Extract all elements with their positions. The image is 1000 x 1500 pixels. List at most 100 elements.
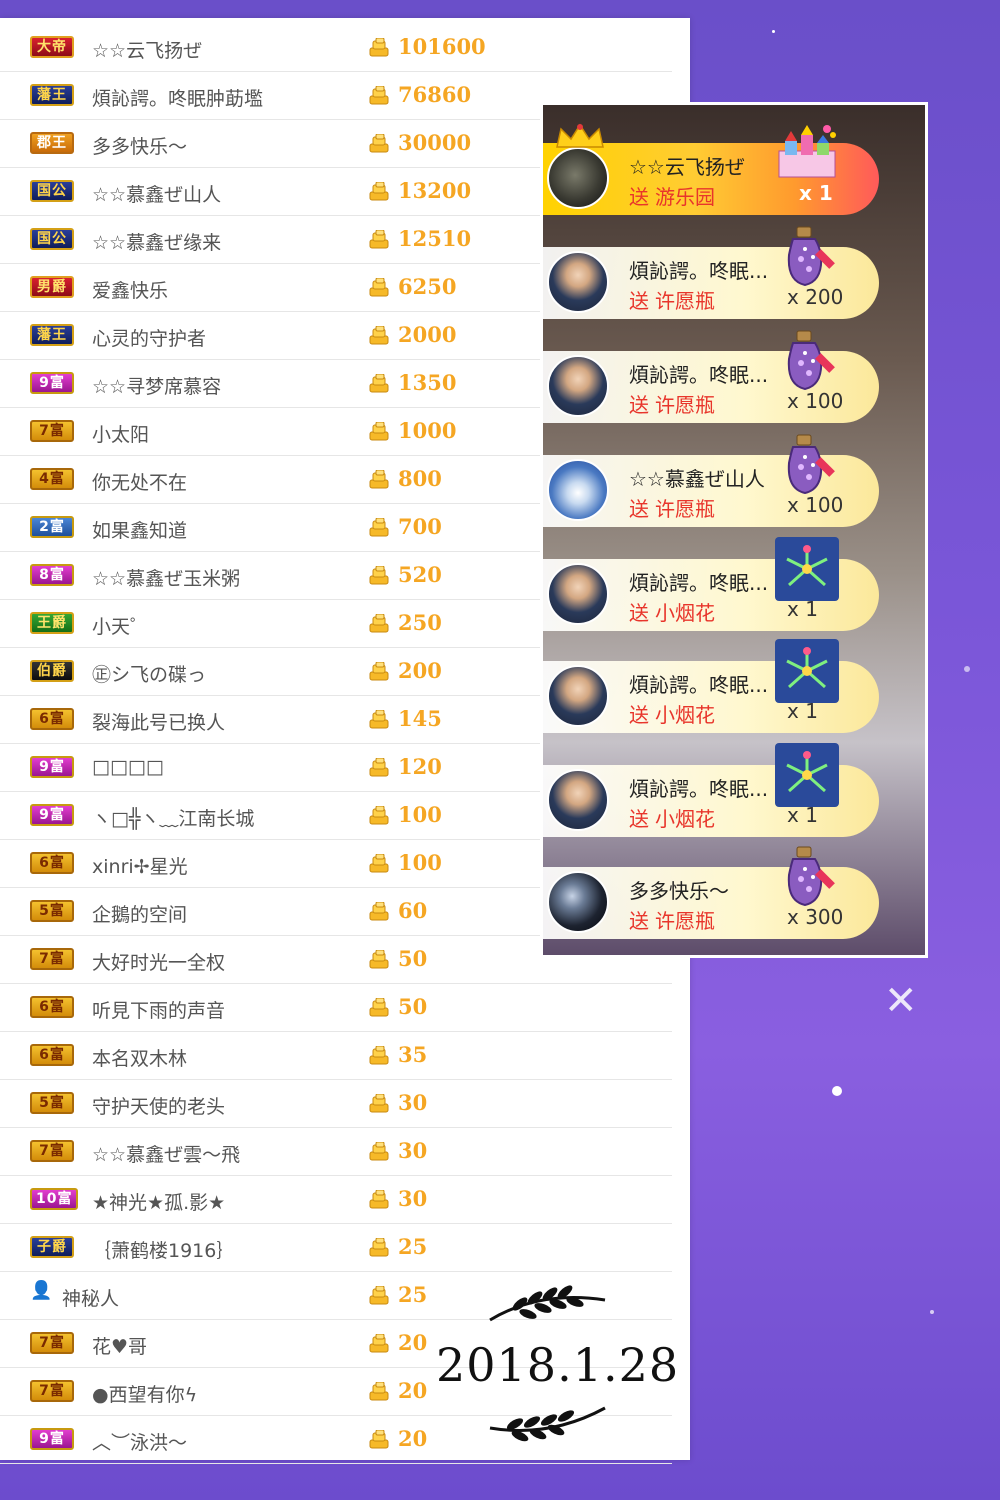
gold-coin-icon bbox=[368, 1189, 390, 1210]
gift-feed-panel: ☆☆云飞扬ぜ送游乐园 x 1 煩訫諤。咚眠... 送许愿瓶 x 200 煩訫諤。咚眠...… bbox=[540, 102, 928, 958]
contribution-score: 25 bbox=[398, 1234, 428, 1259]
gold-coin-icon bbox=[368, 997, 390, 1018]
gold-coin-icon bbox=[368, 949, 390, 970]
gift-notification: 多多快乐～送许愿瓶 x 300 bbox=[543, 846, 879, 939]
user-name[interactable]: 本名双木林 bbox=[92, 1044, 187, 1071]
user-name[interactable]: ●西望有你ϟ bbox=[92, 1380, 197, 1407]
user-name[interactable]: ★神光★孤.影★ bbox=[92, 1188, 225, 1215]
sparkle-dot bbox=[964, 666, 970, 672]
user-name[interactable]: 花♥哥 bbox=[92, 1332, 147, 1359]
gold-coin-icon bbox=[368, 325, 390, 346]
sparkle-icon: ✕ bbox=[884, 978, 918, 1024]
gold-coin-icon bbox=[368, 1333, 390, 1354]
user-name[interactable]: 小天゜ bbox=[92, 612, 149, 639]
contribution-score: 35 bbox=[398, 1042, 428, 1067]
user-name[interactable]: □□□□ bbox=[92, 756, 164, 778]
date-text: 2018.1.28 bbox=[436, 1338, 680, 1392]
wish-bottle-icon bbox=[775, 329, 839, 393]
gift-name: 许愿瓶 bbox=[655, 289, 715, 313]
gift-description: 送游乐园 bbox=[629, 181, 715, 210]
contribution-score: 76860 bbox=[398, 82, 472, 107]
avatar[interactable] bbox=[547, 769, 609, 831]
user-name[interactable]: ☆☆云飞扬ぜ bbox=[92, 36, 202, 63]
user-name[interactable]: ☆☆慕鑫ぜ雲～飛 bbox=[92, 1140, 240, 1167]
rank-badge: 藩王 bbox=[30, 324, 74, 346]
firework-icon bbox=[775, 537, 839, 601]
gold-coin-icon bbox=[368, 1045, 390, 1066]
crown-icon bbox=[555, 123, 605, 149]
sender-name: 多多快乐～ bbox=[629, 879, 729, 903]
sender-name: 煩訫諤。咚眠... bbox=[629, 259, 769, 283]
contribution-score: 1350 bbox=[398, 370, 457, 395]
gift-description: 送小烟花 bbox=[629, 699, 715, 728]
gift-notification: 煩訫諤。咚眠... 送小烟花 x 1 bbox=[543, 639, 879, 733]
rank-badge: 男爵 bbox=[30, 276, 74, 298]
contribution-score: 145 bbox=[398, 706, 442, 731]
leaderboard-row[interactable]: 10富 ★神光★孤.影★ 30 bbox=[0, 1176, 672, 1224]
rank-badge: 5富 bbox=[30, 900, 74, 922]
user-name[interactable]: 爱鑫快乐 bbox=[92, 276, 168, 303]
user-name[interactable]: 煩訫諤。咚眠肿莇壏 bbox=[92, 84, 263, 111]
user-name[interactable]: ☆☆慕鑫ぜ缘来 bbox=[92, 228, 221, 255]
user-name[interactable]: 大好时光一全权 bbox=[92, 948, 225, 975]
user-name[interactable]: 心灵的守护者 bbox=[92, 324, 206, 351]
gold-coin-icon bbox=[368, 373, 390, 394]
user-name[interactable]: 小太阳 bbox=[92, 420, 149, 447]
user-name[interactable]: 神秘人 bbox=[62, 1284, 119, 1311]
user-name[interactable]: 多多快乐～ bbox=[92, 132, 187, 159]
rank-badge: 8富 bbox=[30, 564, 74, 586]
avatar[interactable] bbox=[547, 355, 609, 417]
rank-badge: 6富 bbox=[30, 996, 74, 1018]
user-name[interactable]: 守护天使的老头 bbox=[92, 1092, 225, 1119]
user-name[interactable]: ☆☆寻梦席慕容 bbox=[92, 372, 221, 399]
contribution-score: 250 bbox=[398, 610, 442, 635]
user-name[interactable]: ㊣シ飞の碟っ bbox=[92, 660, 206, 687]
gold-coin-icon bbox=[368, 1381, 390, 1402]
gift-description: 送许愿瓶 bbox=[629, 285, 715, 314]
avatar[interactable] bbox=[547, 459, 609, 521]
avatar[interactable] bbox=[547, 871, 609, 933]
user-name[interactable]: ☆☆慕鑫ぜ山人 bbox=[92, 180, 221, 207]
rank-badge: 藩王 bbox=[30, 84, 74, 106]
leaderboard-row[interactable]: 子爵 ｛萧鹤楼1916｝ 25 bbox=[0, 1224, 672, 1272]
gift-count: x 1 bbox=[787, 803, 818, 827]
gold-coin-icon bbox=[368, 37, 390, 58]
rank-badge: 9富 bbox=[30, 1428, 74, 1450]
user-name[interactable]: ︿︶泳洪～ bbox=[92, 1428, 187, 1455]
user-name[interactable]: 你无处不在 bbox=[92, 468, 187, 495]
sender-name: ☆☆慕鑫ぜ山人 bbox=[629, 467, 765, 491]
rank-badge: 郡王 bbox=[30, 132, 74, 154]
user-name[interactable]: 如果鑫知道 bbox=[92, 516, 187, 543]
avatar[interactable] bbox=[547, 147, 609, 209]
user-name[interactable]: ヽ□╬ヽ﹏江南长城 bbox=[92, 804, 254, 831]
sparkle-dot bbox=[930, 1310, 934, 1314]
user-name[interactable]: ☆☆慕鑫ぜ玉米粥 bbox=[92, 564, 240, 591]
gift-verb: 送 bbox=[629, 393, 649, 417]
avatar[interactable] bbox=[547, 563, 609, 625]
contribution-score: 2000 bbox=[398, 322, 457, 347]
avatar[interactable] bbox=[547, 665, 609, 727]
avatar[interactable] bbox=[547, 251, 609, 313]
gift-verb: 送 bbox=[629, 289, 649, 313]
gift-verb: 送 bbox=[629, 909, 649, 933]
rank-badge: 大帝 bbox=[30, 36, 74, 58]
contribution-score: 30 bbox=[398, 1138, 428, 1163]
contribution-score: 101600 bbox=[398, 34, 486, 59]
leaderboard-row[interactable]: 大帝 ☆☆云飞扬ぜ 101600 bbox=[0, 24, 672, 72]
gold-coin-icon bbox=[368, 613, 390, 634]
laurel-top-icon bbox=[489, 1285, 606, 1322]
rank-badge: 6富 bbox=[30, 708, 74, 730]
leaderboard-row[interactable]: 6富 本名双木林 35 bbox=[0, 1032, 672, 1080]
user-name[interactable]: 企鵝的空间 bbox=[92, 900, 187, 927]
sender-name: 煩訫諤。咚眠... bbox=[629, 777, 769, 801]
leaderboard-row[interactable]: 7富 ☆☆慕鑫ぜ雲～飛 30 bbox=[0, 1128, 672, 1176]
gift-name: 小烟花 bbox=[655, 807, 715, 831]
sender-name: 煩訫諤。咚眠... bbox=[629, 363, 769, 387]
leaderboard-row[interactable]: 6富 听見下雨的声音 50 bbox=[0, 984, 672, 1032]
user-name[interactable]: 听見下雨的声音 bbox=[92, 996, 225, 1023]
gift-count: x 1 bbox=[787, 699, 818, 723]
user-name[interactable]: xinri✢星光 bbox=[92, 852, 188, 879]
leaderboard-row[interactable]: 5富 守护天使的老头 30 bbox=[0, 1080, 672, 1128]
user-name[interactable]: ｛萧鹤楼1916｝ bbox=[92, 1236, 235, 1263]
user-name[interactable]: 裂海此号已换人 bbox=[92, 708, 225, 735]
